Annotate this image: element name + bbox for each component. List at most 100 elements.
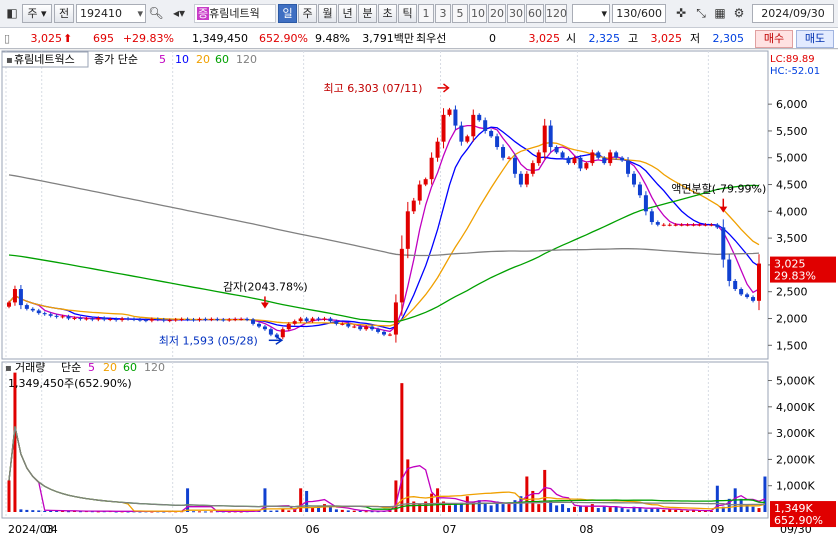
minute-tab-3[interactable]: 3 bbox=[435, 4, 451, 23]
stock-code-input[interactable]: 192410 ▾ bbox=[76, 4, 146, 23]
volume-ma20-line bbox=[8, 426, 766, 512]
volume-bar bbox=[572, 506, 576, 512]
volume-bar bbox=[275, 510, 279, 512]
low-price: 2,305 bbox=[712, 32, 745, 45]
search-icon[interactable]: 🔍︎ bbox=[148, 4, 164, 23]
current-price: 3,025 bbox=[30, 32, 63, 45]
period-tab-5[interactable]: 초 bbox=[378, 4, 397, 23]
candle-body bbox=[405, 211, 410, 249]
volume-ma60-line bbox=[8, 426, 766, 510]
candle-body bbox=[298, 318, 303, 322]
candle-body bbox=[608, 152, 613, 164]
x-axis-label: 04 bbox=[44, 523, 58, 536]
volume-ma120-line bbox=[8, 426, 766, 508]
candle-body bbox=[257, 323, 261, 327]
quote-bar-handle[interactable]: ▯ bbox=[4, 28, 18, 49]
minute-tab-10[interactable]: 10 bbox=[469, 4, 487, 23]
stock-name-field[interactable]: 증휴림네트웍 bbox=[194, 4, 276, 23]
chart-area[interactable]: 1,5002,0002,5003,0003,5004,0004,5005,000… bbox=[0, 50, 838, 541]
candle-body bbox=[191, 319, 196, 321]
price-ma5-line bbox=[8, 124, 760, 333]
speaker-icon[interactable]: ◂▾ bbox=[166, 4, 192, 23]
quote-bar: ▯ 3,025 ⬆ 695 +29.83% 1,349,450 652.90% … bbox=[0, 28, 838, 49]
candle-body bbox=[179, 319, 184, 321]
price-legend-icon: ▪ bbox=[6, 55, 13, 66]
candle-body bbox=[417, 184, 422, 201]
count-field[interactable]: 130/600 bbox=[612, 4, 666, 23]
volume-bar bbox=[430, 493, 434, 512]
candle-body bbox=[251, 319, 256, 324]
candle-body bbox=[185, 319, 190, 321]
candle-body bbox=[459, 125, 464, 142]
minute-tab-30[interactable]: 30 bbox=[507, 4, 525, 23]
candle-body bbox=[745, 294, 750, 298]
annot-high-label: 최고 6,303 (07/11) bbox=[323, 82, 422, 95]
buy-button[interactable]: 매수 bbox=[755, 30, 793, 48]
stock-chart[interactable]: 1,5002,0002,5003,0003,5004,0004,5005,000… bbox=[0, 50, 838, 541]
candle-body bbox=[102, 317, 107, 320]
minute-tab-20[interactable]: 20 bbox=[488, 4, 506, 23]
best-label: 최우선 bbox=[416, 32, 447, 45]
volume-bar bbox=[763, 476, 767, 512]
minute-tab-5[interactable]: 5 bbox=[452, 4, 468, 23]
volume-bar bbox=[447, 505, 451, 512]
x-axis-label: 05 bbox=[175, 523, 189, 536]
candle-body bbox=[322, 318, 327, 320]
candle-body bbox=[30, 308, 35, 311]
annot-capital-reduction-arrowhead bbox=[260, 302, 269, 309]
volume-bar bbox=[43, 510, 47, 512]
prev-button[interactable]: 전 bbox=[54, 4, 74, 23]
hc-readout: HC:-52.01 bbox=[770, 66, 820, 77]
minute-tab-1[interactable]: 1 bbox=[418, 4, 434, 23]
crosshair-icon[interactable]: ✜ bbox=[672, 4, 690, 23]
period-dropdown[interactable]: ▾ bbox=[572, 4, 610, 23]
volume-bar bbox=[203, 511, 207, 513]
candle-body bbox=[399, 248, 404, 303]
period-tab-3[interactable]: 년 bbox=[338, 4, 357, 23]
candle-body bbox=[518, 173, 523, 185]
volume-bar bbox=[19, 509, 23, 512]
open-label: 시 bbox=[566, 32, 577, 45]
volume-bar bbox=[590, 504, 594, 512]
candle-body bbox=[685, 224, 690, 226]
price-legend-name: 휴림네트웍스 bbox=[14, 53, 75, 66]
period-tab-2[interactable]: 월 bbox=[318, 4, 337, 23]
candle-body bbox=[209, 319, 214, 321]
minute-tab-60[interactable]: 60 bbox=[526, 4, 544, 23]
candle-body bbox=[280, 329, 285, 338]
last-price-pct-label: 29.83% bbox=[774, 270, 816, 283]
window-menu-icon[interactable]: ◧ bbox=[4, 4, 20, 23]
market-select[interactable]: 주 ▾ bbox=[22, 4, 52, 23]
date-field[interactable]: 2024/09/30 bbox=[752, 4, 834, 23]
candle-body bbox=[233, 319, 238, 321]
volume-bar bbox=[311, 508, 315, 512]
period-tab-4[interactable]: 분 bbox=[358, 4, 377, 23]
volume-bar bbox=[549, 501, 553, 512]
candle-body bbox=[465, 136, 470, 142]
period-tab-6[interactable]: 틱 bbox=[398, 4, 417, 23]
period-tab-1[interactable]: 주 bbox=[298, 4, 317, 23]
chevron-down-icon[interactable]: ▾ bbox=[137, 5, 143, 22]
candle-body bbox=[387, 334, 392, 336]
candle-body bbox=[423, 179, 428, 185]
candle-body bbox=[120, 318, 125, 321]
volume-bar bbox=[436, 488, 440, 512]
annot-split-label: 액면분할(-79.99%) bbox=[671, 183, 766, 196]
candle-body bbox=[554, 147, 559, 153]
sell-button[interactable]: 매도 bbox=[796, 30, 834, 48]
candle-body bbox=[18, 289, 23, 306]
gear-icon[interactable]: ⚙ bbox=[731, 4, 747, 23]
volume-bar bbox=[662, 509, 666, 512]
volume-tick-label: 4,000K bbox=[776, 401, 815, 414]
minute-tab-120[interactable]: 120 bbox=[545, 4, 567, 23]
period-tab-0[interactable]: 일 bbox=[278, 4, 297, 23]
draw-tool-icon[interactable]: ⤡ bbox=[692, 4, 710, 23]
amount-value: 3,791백만 bbox=[362, 32, 414, 45]
candle-body bbox=[292, 321, 297, 324]
candle-body bbox=[78, 317, 83, 320]
candle-body bbox=[709, 224, 714, 226]
grid-icon[interactable]: ▦ bbox=[712, 4, 728, 23]
candle-body bbox=[655, 222, 660, 225]
legend-ma120: 120 bbox=[236, 53, 257, 66]
candle-body bbox=[167, 320, 172, 322]
